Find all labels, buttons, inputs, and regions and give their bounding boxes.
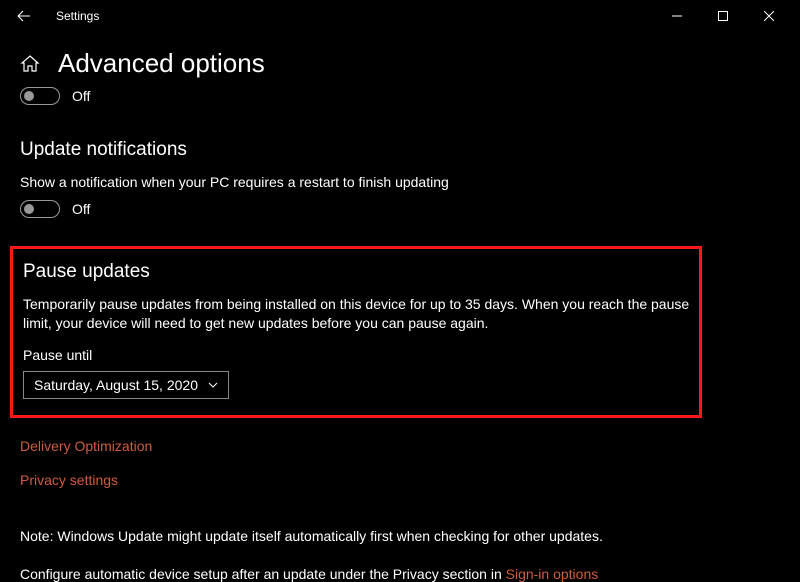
page-header: Advanced options [20, 48, 780, 79]
window-controls [654, 0, 792, 32]
pause-until-label: Pause until [23, 347, 691, 363]
maximize-icon [718, 11, 728, 21]
advanced-options-toggle-row: Off [20, 87, 780, 105]
config-prefix: Configure automatic device setup after a… [20, 566, 506, 582]
pause-updates-highlight: Pause updates Temporarily pause updates … [10, 246, 702, 418]
back-button[interactable] [8, 0, 40, 32]
toggle-thumb [24, 91, 34, 101]
pause-updates-title: Pause updates [23, 261, 691, 283]
minimize-icon [672, 11, 682, 21]
config-text: Configure automatic device setup after a… [20, 566, 780, 582]
update-notifications-title: Update notifications [20, 139, 780, 161]
toggle-thumb [24, 204, 34, 214]
arrow-left-icon [17, 9, 31, 23]
pause-until-value: Saturday, August 15, 2020 [34, 377, 198, 393]
advanced-options-toggle[interactable] [20, 87, 60, 105]
maximize-button[interactable] [700, 0, 746, 32]
close-button[interactable] [746, 0, 792, 32]
update-notifications-description: Show a notification when your PC require… [20, 173, 780, 192]
close-icon [764, 11, 774, 21]
privacy-settings-link[interactable]: Privacy settings [20, 472, 780, 488]
advanced-options-toggle-label: Off [72, 88, 90, 104]
titlebar: Settings [0, 0, 800, 32]
home-icon [20, 54, 40, 74]
update-notifications-section: Update notifications Show a notification… [20, 139, 780, 218]
chevron-down-icon [208, 382, 218, 388]
notifications-toggle-label: Off [72, 201, 90, 217]
minimize-button[interactable] [654, 0, 700, 32]
notifications-toggle[interactable] [20, 200, 60, 218]
note-text: Note: Windows Update might update itself… [20, 528, 780, 544]
window-title: Settings [56, 9, 99, 23]
pause-until-dropdown[interactable]: Saturday, August 15, 2020 [23, 371, 229, 399]
signin-options-link[interactable]: Sign-in options [506, 566, 599, 582]
notifications-toggle-row: Off [20, 200, 780, 218]
content-area: Advanced options Off Update notification… [0, 32, 800, 582]
delivery-optimization-link[interactable]: Delivery Optimization [20, 438, 780, 454]
page-title: Advanced options [58, 48, 265, 79]
pause-updates-description: Temporarily pause updates from being ins… [23, 295, 691, 333]
